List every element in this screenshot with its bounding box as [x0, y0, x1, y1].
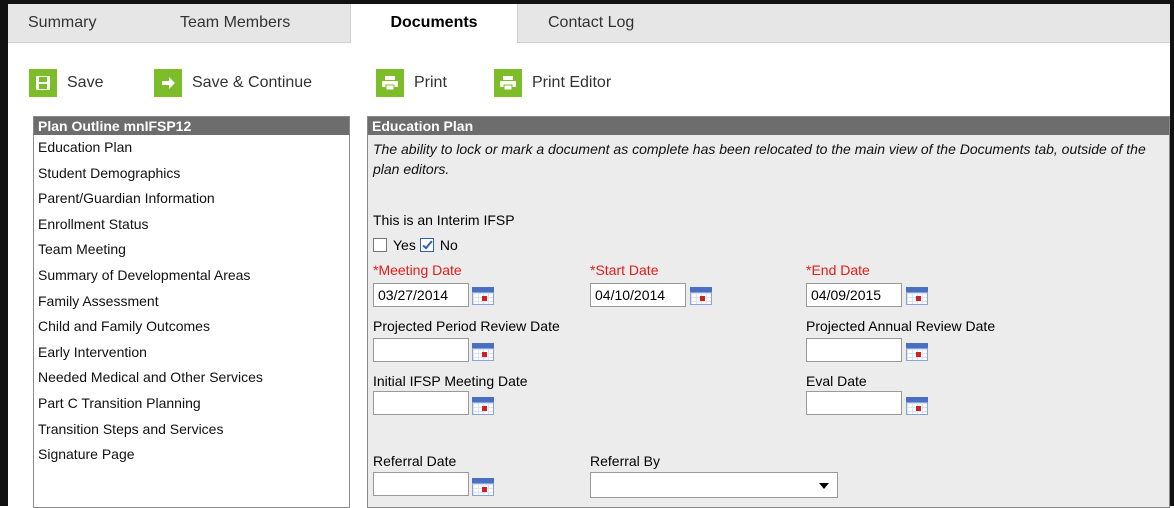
initial-meeting-input[interactable] [373, 391, 469, 415]
save-continue-button[interactable]: Save & Continue [154, 69, 312, 97]
referral-date-input[interactable] [373, 472, 469, 496]
start-date-input[interactable]: 04/10/2014 [590, 283, 686, 307]
plan-outline-title: Plan Outline mnIFSP12 [34, 117, 349, 135]
outline-item-family-assessment[interactable]: Family Assessment [34, 289, 349, 315]
start-date-label: *Start Date [590, 262, 659, 278]
interim-ifsp-label: This is an Interim IFSP [373, 212, 515, 228]
projected-annual-input[interactable] [806, 338, 902, 362]
editor-title: Education Plan [368, 117, 1169, 135]
tab-documents[interactable]: Documents [350, 4, 518, 43]
meeting-date-input[interactable]: 03/27/2014 [373, 283, 469, 307]
initial-meeting-label: Initial IFSP Meeting Date [373, 373, 528, 389]
chevron-down-icon [819, 483, 829, 489]
outline-item-transition-steps[interactable]: Transition Steps and Services [34, 417, 349, 443]
referral-by-select[interactable] [590, 472, 838, 498]
outline-item-early-intervention[interactable]: Early Intervention [34, 340, 349, 366]
projected-period-label: Projected Period Review Date [373, 318, 560, 334]
end-date-label: *End Date [806, 262, 870, 278]
calendar-icon[interactable] [906, 343, 928, 361]
calendar-icon[interactable] [906, 397, 928, 415]
calendar-icon[interactable] [906, 287, 928, 305]
interim-yes-label: Yes [393, 237, 416, 253]
interim-yes-checkbox[interactable] [373, 238, 387, 252]
calendar-icon[interactable] [472, 397, 494, 415]
eval-date-input[interactable] [806, 391, 902, 415]
outline-item-team-meeting[interactable]: Team Meeting [34, 237, 349, 263]
print-button[interactable]: Print [376, 69, 447, 97]
outline-item-parent-guardian[interactable]: Parent/Guardian Information [34, 186, 349, 212]
print-label: Print [414, 74, 447, 91]
referral-date-label: Referral Date [373, 453, 457, 469]
plan-outline-panel: Plan Outline mnIFSP12 Education Plan Stu… [33, 116, 350, 508]
outline-item-developmental-areas[interactable]: Summary of Developmental Areas [34, 263, 349, 289]
outline-item-student-demographics[interactable]: Student Demographics [34, 161, 349, 187]
calendar-icon[interactable] [472, 343, 494, 361]
outline-item-part-c-transition[interactable]: Part C Transition Planning [34, 391, 349, 417]
interim-no-label: No [439, 237, 458, 253]
print-editor-label: Print Editor [532, 74, 612, 91]
print-editor-button[interactable]: Print Editor [494, 69, 611, 97]
interim-ifsp-options: Yes No [373, 235, 458, 255]
outline-item-child-family-outcomes[interactable]: Child and Family Outcomes [34, 314, 349, 340]
printer-icon [494, 69, 522, 97]
outline-item-education-plan[interactable]: Education Plan [34, 135, 349, 161]
outline-item-signature-page[interactable]: Signature Page [34, 442, 349, 468]
eval-date-label: Eval Date [806, 373, 867, 389]
calendar-icon[interactable] [472, 478, 494, 496]
outline-item-medical-services[interactable]: Needed Medical and Other Services [34, 365, 349, 391]
projected-annual-label: Projected Annual Review Date [806, 318, 996, 334]
plan-outline-list: Education Plan Student Demographics Pare… [34, 135, 349, 468]
arrow-right-icon [154, 69, 182, 97]
relocation-note: The ability to lock or mark a document a… [373, 141, 1146, 177]
save-button[interactable]: Save [29, 69, 103, 97]
save-label: Save [67, 74, 104, 91]
meeting-date-label: *Meeting Date [373, 262, 462, 278]
tab-bar: Summary Team Members Documents Contact L… [8, 4, 1170, 43]
save-icon [29, 69, 57, 97]
save-continue-label: Save & Continue [192, 74, 313, 91]
end-date-input[interactable]: 04/09/2015 [806, 283, 902, 307]
projected-period-input[interactable] [373, 338, 469, 362]
calendar-icon[interactable] [472, 287, 494, 305]
tab-summary[interactable]: Summary [28, 4, 96, 42]
toolbar: Save Save & Continue Print Print Editor [8, 43, 1170, 103]
calendar-icon[interactable] [690, 287, 712, 305]
education-plan-editor: Education Plan The ability to lock or ma… [367, 116, 1170, 508]
printer-icon [376, 69, 404, 97]
tab-team-members[interactable]: Team Members [180, 4, 290, 42]
interim-no-checkbox[interactable] [419, 238, 434, 252]
outline-item-enrollment-status[interactable]: Enrollment Status [34, 212, 349, 238]
tab-contact-log[interactable]: Contact Log [548, 4, 634, 42]
referral-by-label: Referral By [590, 453, 661, 469]
